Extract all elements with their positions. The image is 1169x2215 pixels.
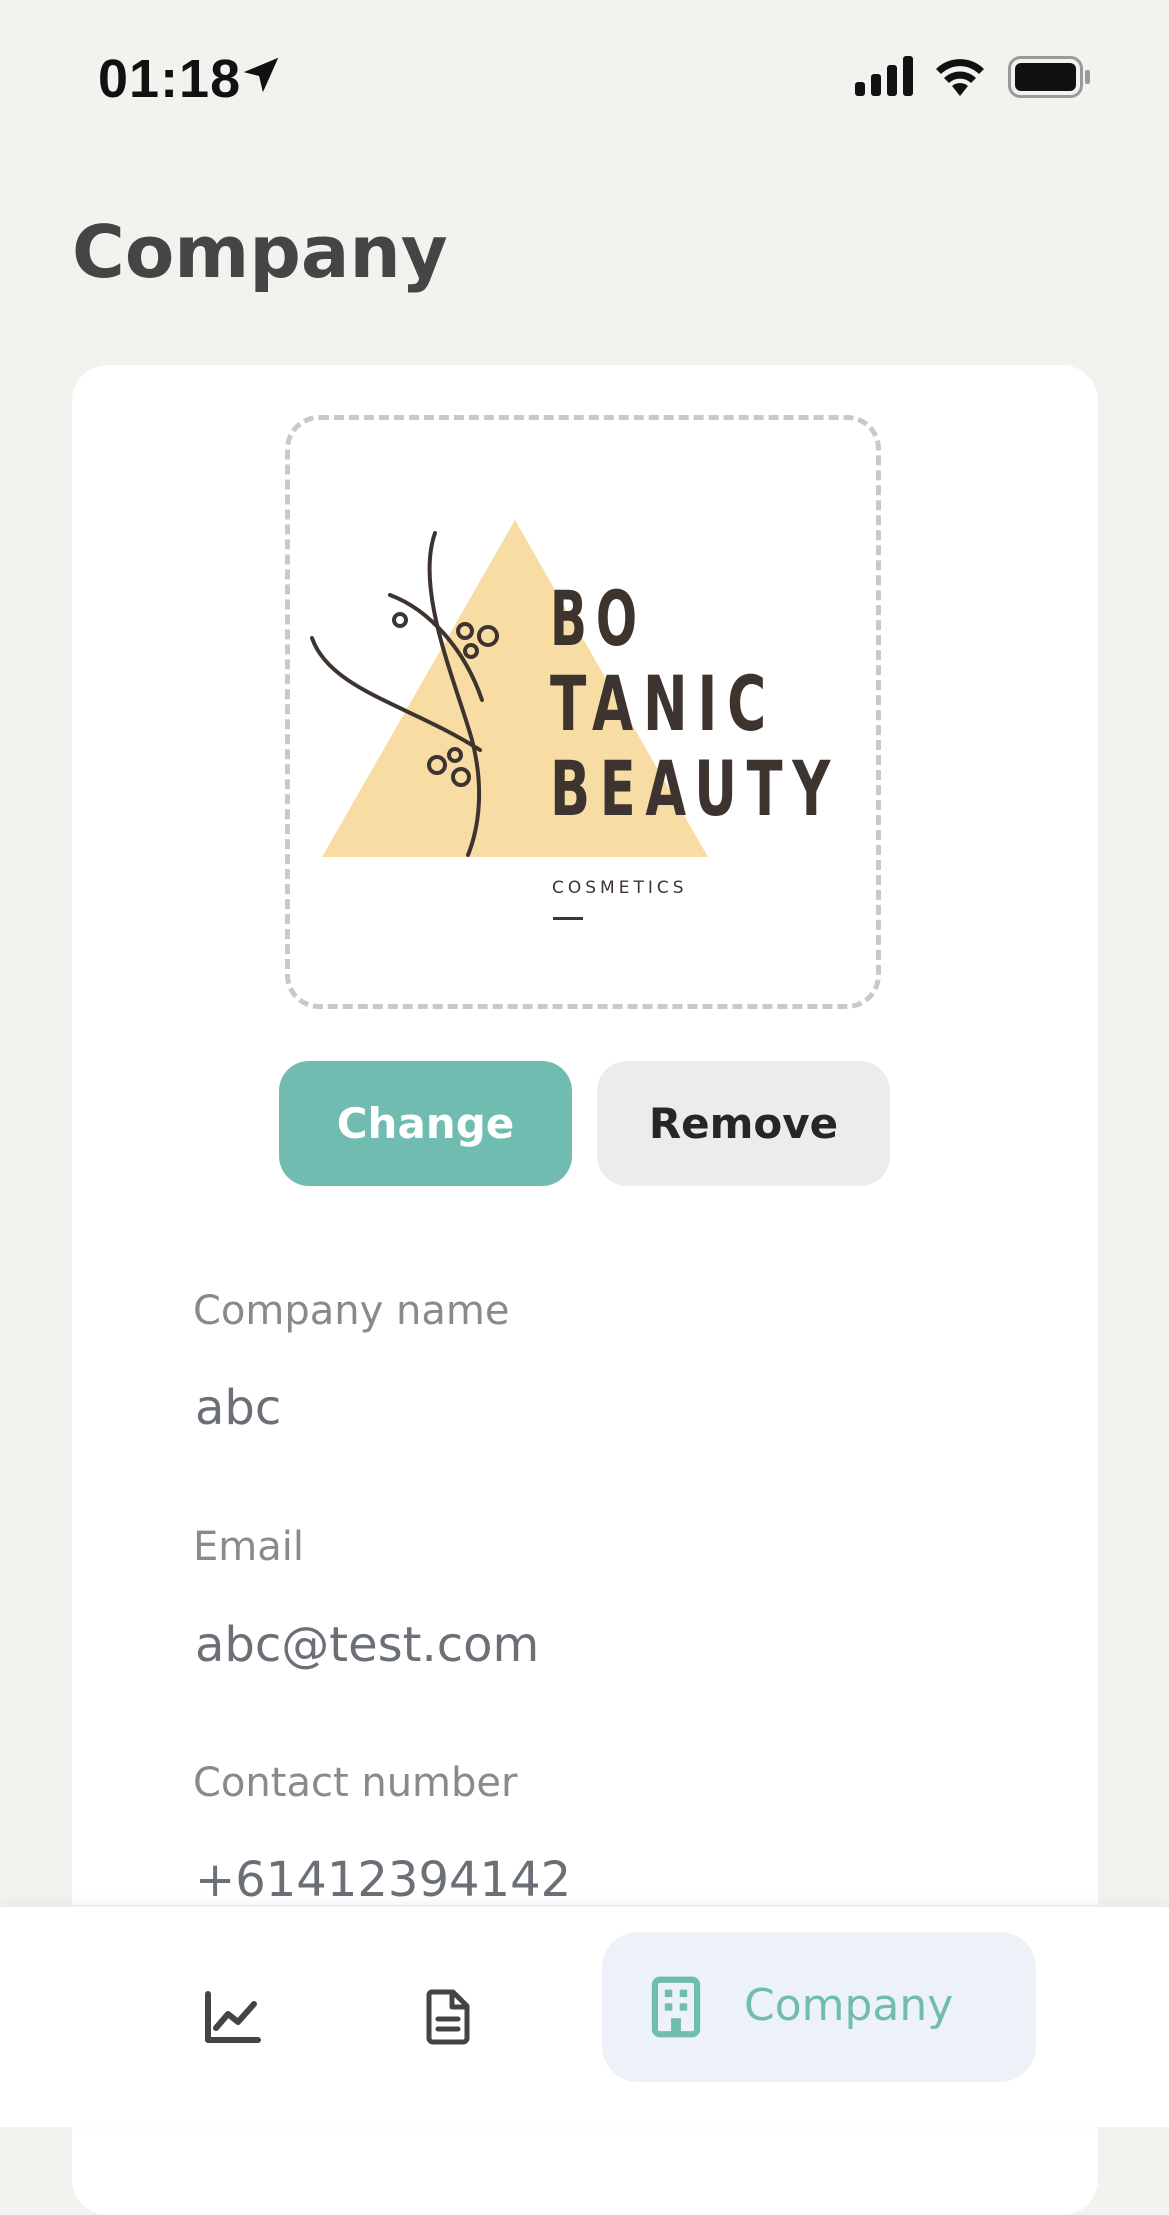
company-name-label: Company name	[193, 1288, 510, 1334]
nav-item-documents[interactable]	[410, 1977, 486, 2057]
change-logo-button[interactable]: Change	[279, 1061, 572, 1186]
nav-item-analytics[interactable]	[190, 1977, 275, 2057]
bottom-nav: Company	[0, 1905, 1169, 2127]
location-arrow-icon	[243, 57, 279, 93]
status-bar: 01:18	[0, 0, 1169, 150]
remove-logo-button[interactable]: Remove	[597, 1061, 890, 1186]
logo-tagline: COSMETICS	[552, 878, 688, 898]
signal-bars-icon	[855, 56, 913, 96]
logo-text-line1: BO	[550, 574, 646, 663]
contact-number-input[interactable]	[195, 1852, 975, 1908]
chart-line-icon	[204, 1991, 261, 2043]
wifi-icon	[936, 59, 984, 96]
email-label: Email	[193, 1524, 304, 1570]
battery-icon	[1008, 56, 1090, 98]
contact-number-label: Contact number	[193, 1760, 518, 1806]
nav-item-company[interactable]: Company	[602, 1932, 1036, 2082]
status-time: 01:18	[98, 49, 242, 109]
company-name-input[interactable]	[195, 1380, 975, 1436]
document-icon	[426, 1989, 470, 2045]
logo-text-line3: BEAUTY	[550, 744, 840, 833]
company-logo-image: BO TANIC BEAUTY COSMETICS	[310, 520, 840, 920]
nav-item-company-label: Company	[744, 1980, 954, 2031]
email-input[interactable]	[195, 1617, 975, 1673]
logo-upload-area[interactable]: BO TANIC BEAUTY COSMETICS	[285, 415, 881, 1009]
page-title: Company	[72, 210, 448, 294]
building-icon	[651, 1976, 701, 2038]
logo-text-line2: TANIC	[550, 659, 776, 748]
